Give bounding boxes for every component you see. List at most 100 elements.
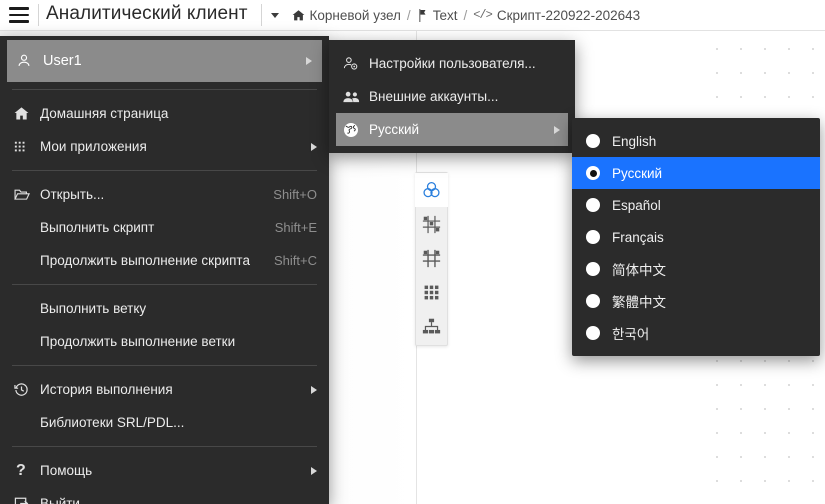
main-application-menu: User1 Домашняя страница Мои приложения О… <box>0 36 329 504</box>
menu-item-user[interactable]: User1 <box>7 40 322 82</box>
language-label: Русский <box>612 165 663 181</box>
application-window: Аналитический клиент Корневой узел / Tex… <box>0 0 825 504</box>
menu-separator <box>12 284 317 285</box>
language-option-russian[interactable]: Русский <box>572 157 820 189</box>
radio-button-icon <box>586 198 600 212</box>
language-label: 繁體中文 <box>612 295 666 310</box>
apps-grid-icon <box>14 140 40 154</box>
breadcrumb-separator: / <box>406 7 411 23</box>
menu-item-shortcut: Shift+C <box>274 253 317 268</box>
menu-item-label: История выполнения <box>40 382 173 397</box>
radio-button-selected-icon <box>586 166 600 180</box>
menu-item-shortcut: Shift+E <box>274 220 317 235</box>
menu-item-open[interactable]: Открыть... Shift+O <box>0 178 329 211</box>
submenu-arrow-icon <box>311 466 317 475</box>
menu-item-label: Мои приложения <box>40 139 147 154</box>
breadcrumb-item-branch[interactable]: Text <box>417 7 458 23</box>
user-submenu: Настройки пользователя... Внешние аккаун… <box>329 40 575 153</box>
matrix-dots-icon[interactable] <box>415 275 448 309</box>
user-gear-icon <box>343 56 369 71</box>
radio-button-icon <box>586 230 600 244</box>
menu-item-label: Помощь <box>40 463 93 478</box>
menu-separator <box>12 89 317 90</box>
menu-item-shortcut: Shift+O <box>273 187 317 202</box>
hierarchy-tree-icon[interactable] <box>415 309 448 343</box>
breadcrumb-script-label: Скрипт-220922-202643 <box>496 7 641 23</box>
menu-user-label: User1 <box>43 53 82 69</box>
radio-button-icon <box>586 326 600 340</box>
top-bar: Аналитический клиент Корневой узел / Tex… <box>0 0 825 31</box>
menu-item-label: Продолжить выполнение ветки <box>40 334 236 349</box>
canvas-vertical-toolbar <box>415 172 448 346</box>
menu-item-label: Выполнить ветку <box>40 301 147 316</box>
users-group-icon <box>343 90 369 104</box>
menu-item-external-accounts[interactable]: Внешние аккаунты... <box>329 80 575 113</box>
table-join-icon[interactable] <box>415 207 448 241</box>
home-icon <box>292 9 305 22</box>
submenu-arrow-icon <box>554 125 560 134</box>
breadcrumb-item-root[interactable]: Корневой узел <box>292 8 401 23</box>
radio-button-icon <box>586 134 600 148</box>
menu-separator <box>12 365 317 366</box>
language-label: 한국어 <box>612 327 650 342</box>
menu-item-label: Выполнить скрипт <box>40 220 155 235</box>
menu-item-help[interactable]: ? Помощь <box>0 454 329 487</box>
menu-item-label: Внешние аккаунты... <box>369 89 499 104</box>
logout-icon <box>14 496 40 504</box>
hamburger-line <box>9 20 29 23</box>
language-option-traditional-chinese[interactable]: 繁體中文 <box>572 285 820 317</box>
folder-open-icon <box>14 187 40 202</box>
menu-item-continue-branch[interactable]: Продолжить выполнение ветки <box>0 325 329 358</box>
code-brackets-icon: </> <box>473 8 493 22</box>
menu-separator <box>12 170 317 171</box>
chevron-down-icon[interactable] <box>262 0 288 31</box>
grid-lines-icon[interactable] <box>415 241 448 275</box>
menu-item-label: Русский <box>369 122 420 137</box>
menu-item-label: Продолжить выполнение скрипта <box>40 253 250 268</box>
venn-diagram-icon[interactable] <box>415 173 448 207</box>
history-clock-icon <box>14 382 40 397</box>
menu-item-execution-history[interactable]: История выполнения <box>0 373 329 406</box>
language-option-french[interactable]: Français <box>572 221 820 253</box>
language-label: English <box>612 133 657 149</box>
submenu-arrow-icon <box>311 142 317 151</box>
language-label: 简体中文 <box>612 263 666 278</box>
globe-icon <box>343 122 369 138</box>
radio-button-icon <box>586 262 600 276</box>
radio-button-icon <box>586 294 600 308</box>
app-title: Аналитический клиент <box>46 3 248 24</box>
menu-item-srl-pdl-libraries[interactable]: Библиотеки SRL/PDL... <box>0 406 329 439</box>
menu-item-logout[interactable]: Выйти <box>0 487 329 504</box>
breadcrumb: Корневой узел / Text / </> Скрипт-220922… <box>288 7 640 23</box>
menu-item-label: Настройки пользователя... <box>369 56 536 71</box>
language-option-korean[interactable]: 한국어 <box>572 317 820 349</box>
menu-item-my-applications[interactable]: Мои приложения <box>0 130 329 163</box>
language-option-english[interactable]: English <box>572 125 820 157</box>
home-icon <box>14 106 40 121</box>
menu-separator <box>12 446 317 447</box>
hamburger-menu-icon[interactable] <box>0 0 38 31</box>
menu-item-home-page[interactable]: Домашняя страница <box>0 97 329 130</box>
menu-item-run-branch[interactable]: Выполнить ветку <box>0 292 329 325</box>
language-option-simplified-chinese[interactable]: 简体中文 <box>572 253 820 285</box>
menu-item-label: Открыть... <box>40 187 105 202</box>
submenu-arrow-icon <box>306 57 312 65</box>
language-option-spanish[interactable]: Español <box>572 189 820 221</box>
menu-item-run-script[interactable]: Выполнить скрипт Shift+E <box>0 211 329 244</box>
branch-flag-icon <box>417 8 428 22</box>
breadcrumb-root-label: Корневой узел <box>309 7 401 23</box>
menu-item-user-settings[interactable]: Настройки пользователя... <box>329 47 575 80</box>
submenu-arrow-icon <box>311 385 317 394</box>
breadcrumb-separator: / <box>463 7 468 23</box>
menu-item-label: Выйти <box>40 496 80 504</box>
menu-item-language[interactable]: Русский <box>336 113 568 146</box>
question-mark-icon: ? <box>16 461 26 479</box>
language-submenu: English Русский Español Français 简体中文 繁體… <box>572 118 820 356</box>
breadcrumb-item-script[interactable]: </> Скрипт-220922-202643 <box>473 8 640 23</box>
hamburger-line <box>9 13 29 17</box>
menu-item-label: Библиотеки SRL/PDL... <box>40 415 185 430</box>
breadcrumb-branch-label: Text <box>432 7 458 23</box>
language-label: Français <box>612 229 664 245</box>
menu-item-label: Домашняя страница <box>40 106 169 121</box>
menu-item-continue-script[interactable]: Продолжить выполнение скрипта Shift+C <box>0 244 329 277</box>
